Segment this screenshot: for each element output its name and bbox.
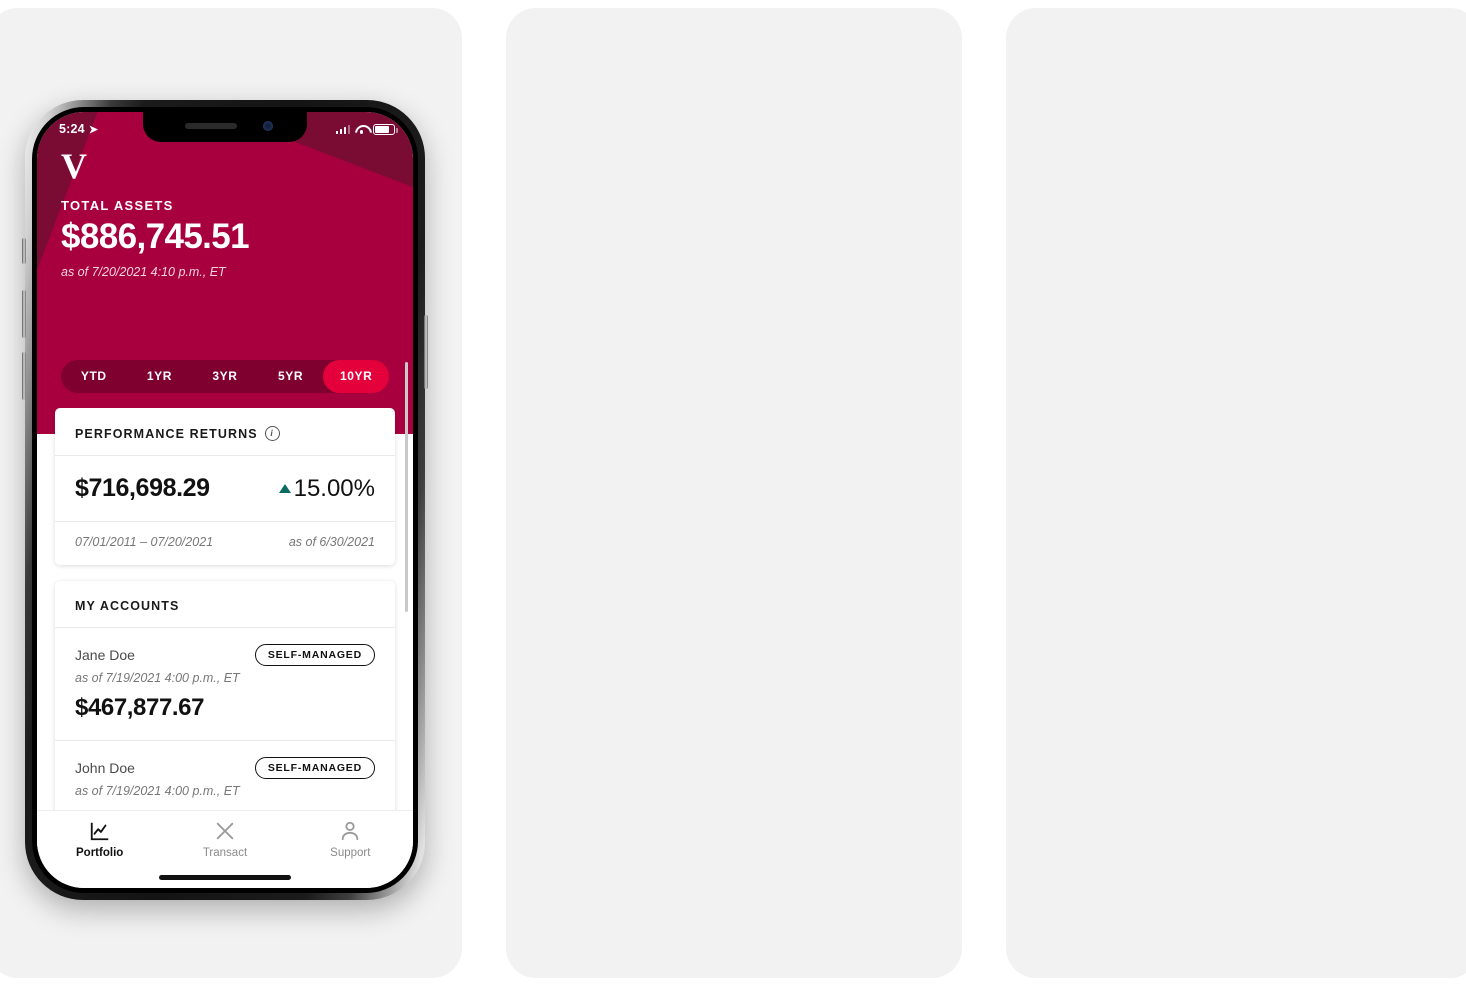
status-badge: SELF-MANAGED xyxy=(254,644,375,666)
tab-transact[interactable]: Transact xyxy=(162,820,287,859)
performance-percent-group: 15.00% xyxy=(278,474,375,503)
home-indicator[interactable] xyxy=(159,875,291,880)
notch xyxy=(143,112,307,142)
tab-portfolio[interactable]: Portfolio xyxy=(37,820,162,859)
battery-icon xyxy=(373,123,398,135)
performance-dates: 07/01/2011 – 07/20/2021 as of 6/30/2021 xyxy=(55,522,395,565)
info-circle-icon[interactable]: i xyxy=(264,426,280,441)
time-range-selector[interactable]: YTD 1YR 3YR 5YR 10YR xyxy=(61,360,389,393)
swap-arrows-icon xyxy=(216,822,234,840)
range-10yr[interactable]: 10YR xyxy=(323,360,389,393)
wifi-icon xyxy=(355,124,368,134)
person-icon xyxy=(342,821,359,841)
screenshot-stage: 5:24 ➤ V TOTAL ASSETS $886,745.51 as of … xyxy=(0,0,1466,984)
screenshot-card-portfolio: 5:24 ➤ V TOTAL ASSETS $886,745.51 as of … xyxy=(0,8,462,978)
my-accounts-title: MY ACCOUNTS xyxy=(75,599,180,613)
range-1yr[interactable]: 1YR xyxy=(127,360,193,393)
front-camera-icon xyxy=(263,121,273,131)
status-badge: SELF-MANAGED xyxy=(254,757,375,779)
account-name: John Doe xyxy=(75,760,135,776)
table-row[interactable]: Jane Doe SELF-MANAGED as of 7/19/2021 4:… xyxy=(55,628,395,741)
cellular-signal-icon xyxy=(335,124,350,134)
account-asof: as of 7/19/2021 4:00 p.m., ET xyxy=(75,784,240,798)
range-5yr[interactable]: 5YR xyxy=(258,360,324,393)
volume-down-button[interactable] xyxy=(22,352,26,400)
earpiece-speaker xyxy=(185,123,237,129)
account-asof: as of 7/19/2021 4:00 p.m., ET xyxy=(75,671,240,685)
range-3yr[interactable]: 3YR xyxy=(192,360,258,393)
range-ytd[interactable]: YTD xyxy=(61,360,127,393)
account-amount: $467,877.67 xyxy=(75,694,205,721)
location-arrow-icon: ➤ xyxy=(88,123,99,136)
status-time: 5:24 xyxy=(59,122,85,136)
my-accounts-header: MY ACCOUNTS xyxy=(55,581,395,628)
triangle-up-icon xyxy=(278,484,291,493)
tab-support-label: Support xyxy=(330,847,371,859)
performance-returns-card[interactable]: PERFORMANCE RETURNS i $716,698.29 15.00% xyxy=(55,408,395,565)
screenshot-card-asset-mix: 5:25 ➤ xyxy=(1006,8,1466,978)
screen-portfolio: 5:24 ➤ V TOTAL ASSETS $886,745.51 as of … xyxy=(37,112,413,888)
tab-support[interactable]: Support xyxy=(288,820,413,859)
total-assets-amount: $886,745.51 xyxy=(61,217,250,256)
account-name: Jane Doe xyxy=(75,647,135,663)
performance-returns-title: PERFORMANCE RETURNS xyxy=(75,426,258,441)
phone-device-portfolio: 5:24 ➤ V TOTAL ASSETS $886,745.51 as of … xyxy=(22,100,428,900)
tab-transact-label: Transact xyxy=(202,847,248,859)
performance-date-range: 07/01/2011 – 07/20/2021 xyxy=(75,535,214,549)
screenshot-card-transact: 5:25 ➤ V Transact xyxy=(506,8,962,978)
chart-line-icon xyxy=(90,822,108,841)
phone-bezel: 5:24 ➤ V TOTAL ASSETS $886,745.51 as of … xyxy=(32,107,418,893)
total-assets-asof: as of 7/20/2021 4:10 p.m., ET xyxy=(61,265,226,279)
performance-amount: $716,698.29 xyxy=(75,474,210,502)
tab-portfolio-label: Portfolio xyxy=(76,847,124,859)
performance-returns-header: PERFORMANCE RETURNS i xyxy=(55,408,395,456)
scrollbar[interactable] xyxy=(405,362,408,612)
total-assets-label: TOTAL ASSETS xyxy=(61,198,174,213)
silent-switch[interactable] xyxy=(22,238,26,264)
my-accounts-card[interactable]: MY ACCOUNTS Jane Doe SELF-MANAGED as of … xyxy=(55,581,395,817)
performance-asof: as of 6/30/2021 xyxy=(288,535,375,549)
volume-up-button[interactable] xyxy=(22,290,26,338)
performance-returns-values: $716,698.29 15.00% xyxy=(55,456,395,522)
table-row[interactable]: John Doe SELF-MANAGED as of 7/19/2021 4:… xyxy=(55,741,395,817)
vanguard-logo: V xyxy=(61,146,87,186)
performance-percent: 15.00% xyxy=(293,474,375,502)
power-button[interactable] xyxy=(424,315,428,389)
